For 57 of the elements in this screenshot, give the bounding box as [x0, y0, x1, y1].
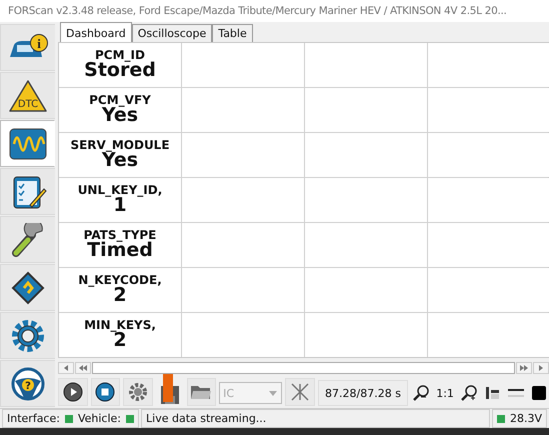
gauge-name: UNL_KEY_ID,	[78, 184, 162, 196]
waveform-icon	[8, 126, 48, 160]
gauge-value: 2	[113, 286, 127, 306]
scroll-left-button[interactable]	[58, 362, 74, 374]
window-title: FORScan v2.3.48 release, Ford Escape/Mazda Tribute/Mercury Mariner HEV / ATKINSON 4V 2.5L 20...	[8, 5, 507, 17]
gauge-value: Timed	[87, 241, 153, 262]
zoom-in-icon	[460, 384, 478, 402]
gauge-value: Yes	[102, 151, 138, 172]
dropdown-arrow-icon	[268, 388, 278, 398]
gauge-value: 2	[113, 331, 127, 352]
zoom-out-icon	[412, 384, 430, 402]
open-button[interactable]	[186, 378, 216, 406]
double-right-arrow-icon	[519, 364, 529, 372]
gauge-name: SERV_MODULE	[70, 138, 170, 152]
time-display: 87.28/87.28 s	[318, 380, 408, 406]
double-left-arrow-icon	[78, 364, 88, 372]
right-arrow-icon	[537, 364, 545, 372]
zoom-reset-button[interactable]: 1:1	[434, 387, 456, 406]
warning-triangle-icon: DTC	[8, 78, 48, 112]
stop-button[interactable]	[90, 378, 120, 406]
gauge-name: N_KEYCODE,	[78, 274, 162, 286]
sidebar-button[interactable]: DTC	[0, 72, 55, 119]
gauge-name: PATS_TYPE	[84, 228, 156, 242]
status-label: Vehicle:	[78, 412, 122, 425]
voltage-value: 28.3V	[510, 412, 542, 425]
gauge-name: PCM_VFY	[89, 94, 151, 106]
left-arrow-icon	[62, 364, 70, 372]
gauge-name: PCM_ID	[95, 48, 145, 62]
settings-icon	[128, 382, 148, 402]
stop-icon	[95, 382, 116, 402]
tab[interactable]: Oscilloscope	[132, 24, 212, 42]
gauge-value: Stored	[84, 61, 156, 82]
sidebar-button[interactable]: ?	[0, 360, 55, 407]
cursor-line-icon	[483, 384, 502, 402]
rewind-button[interactable]	[75, 362, 91, 374]
settings-button[interactable]	[123, 378, 153, 406]
crossed-arrows-icon	[290, 382, 310, 402]
sidebar-button[interactable]	[0, 168, 55, 215]
sidebar-button[interactable]	[0, 216, 55, 263]
sidebar-button[interactable]: i	[0, 24, 55, 71]
fast-forward-button[interactable]	[516, 362, 532, 374]
status-label: Interface:	[7, 412, 60, 425]
clear-button[interactable]	[285, 378, 316, 406]
sidebar-button[interactable]	[0, 120, 55, 167]
folder-icon	[190, 383, 212, 401]
color-swatch-icon	[530, 384, 548, 402]
status-message: Live data streaming...	[141, 409, 490, 428]
gauge-name: MIN_KEYS,	[84, 318, 156, 332]
gauge-value: Yes	[102, 106, 138, 126]
tab[interactable]: Dashboard	[60, 22, 132, 42]
play-icon	[62, 382, 83, 402]
tab[interactable]: Table	[212, 24, 253, 42]
scroll-right-button[interactable]	[533, 362, 549, 374]
gauge-value: 1	[113, 196, 127, 216]
sidebar-button[interactable]	[0, 264, 55, 311]
play-button[interactable]	[58, 378, 88, 406]
sidebar-button[interactable]	[0, 312, 55, 359]
